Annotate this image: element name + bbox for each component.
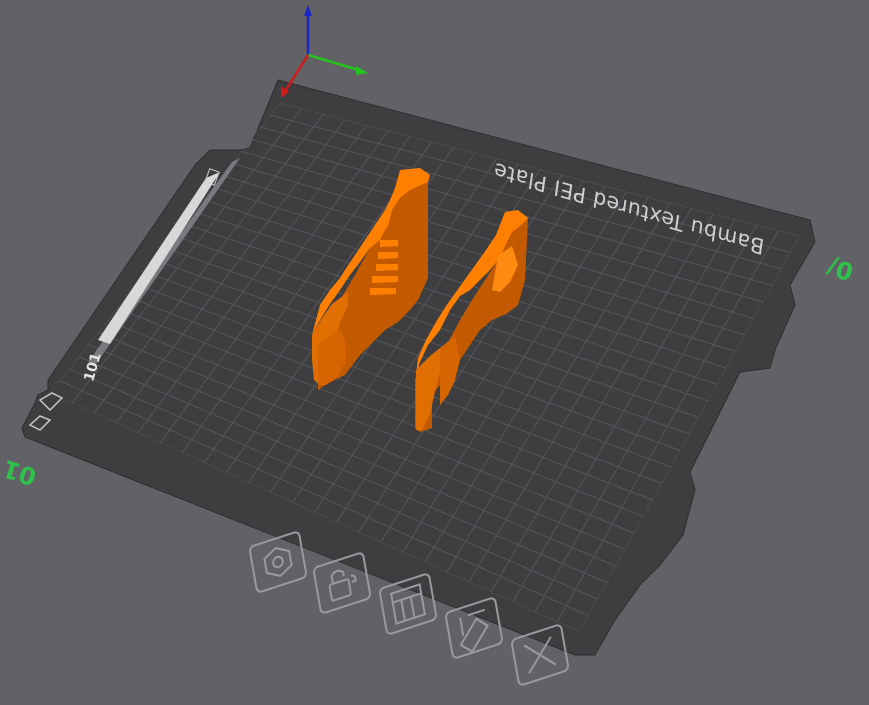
lock-icon (328, 569, 357, 602)
plate-number-right: 0/ (824, 251, 857, 286)
hexagon-nut-icon (263, 546, 293, 578)
scene: Bambu Textured PEI Plate ----~~~~ ---- 1… (0, 5, 857, 686)
3d-viewport[interactable]: Bambu Textured PEI Plate ----~~~~ ---- 1… (0, 0, 869, 705)
plate-number-left: 01 (0, 454, 40, 491)
layout-icon (389, 583, 427, 625)
